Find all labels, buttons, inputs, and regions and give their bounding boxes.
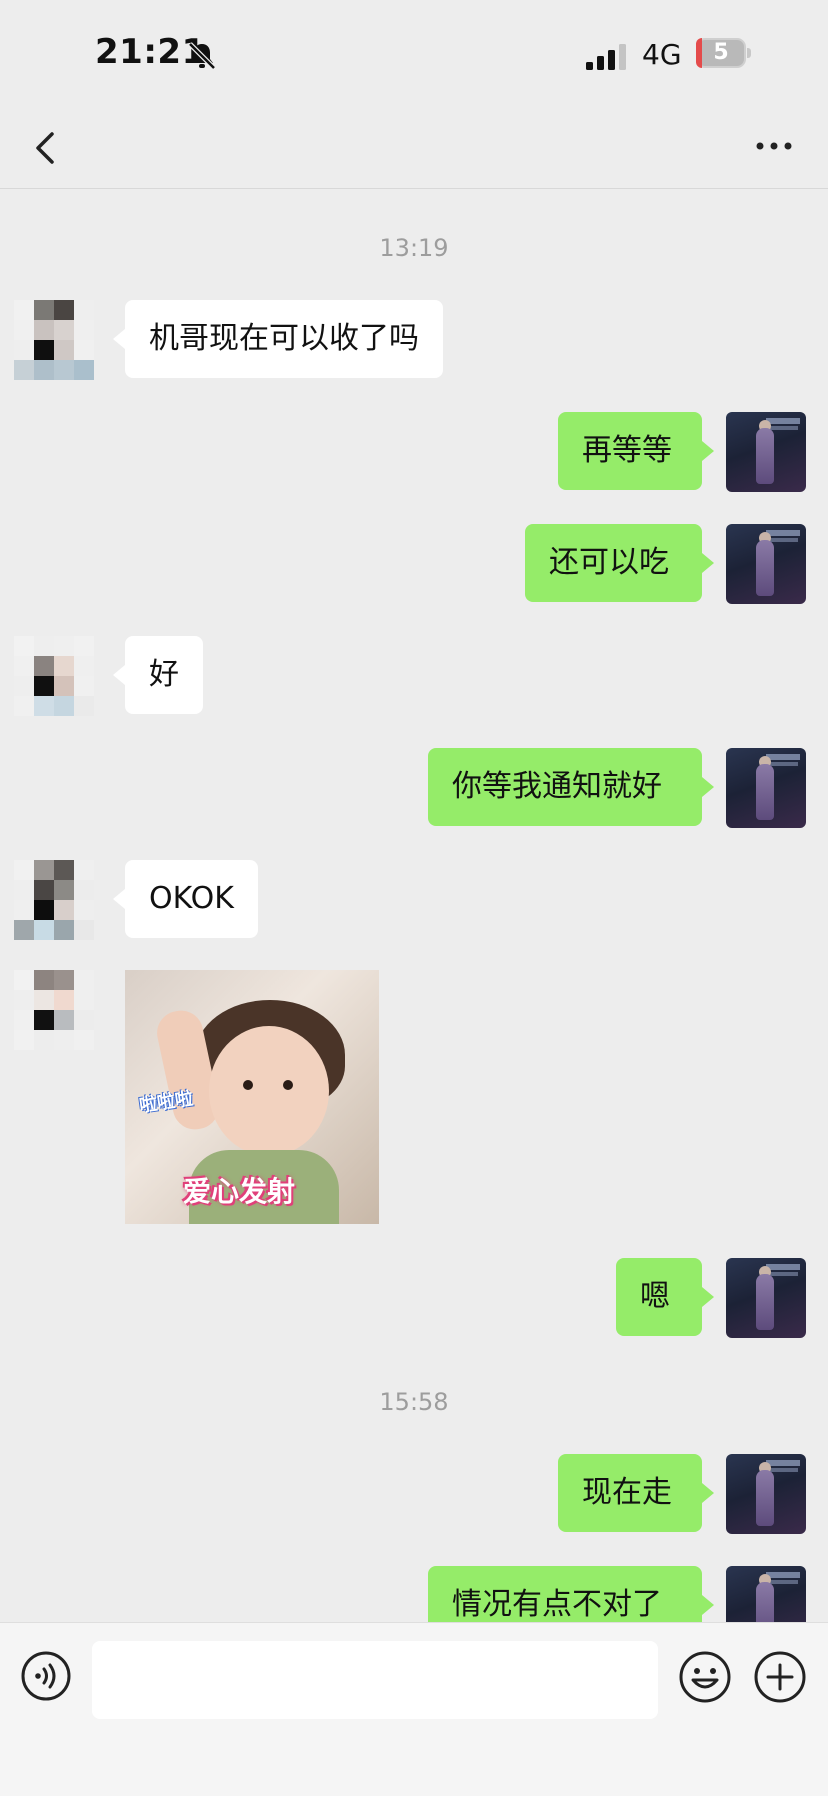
voice-icon[interactable] [20,1650,72,1702]
avatar-contact[interactable] [14,970,94,1050]
message-bubble-outgoing[interactable]: 你等我通知就好 [428,748,714,826]
avatar-contact[interactable] [14,860,94,940]
avatar-self[interactable] [726,748,806,828]
message-bubble-incoming[interactable]: 机哥现在可以收了吗 [113,300,443,378]
message-bubble-incoming[interactable]: 好 [113,636,203,714]
chat-title [300,136,528,156]
avatar-self[interactable] [726,412,806,492]
input-bar [0,1622,828,1796]
avatar-self[interactable] [726,1258,806,1338]
message-bubble-outgoing[interactable]: 现在走 [558,1454,714,1532]
status-bar: 21:21 4G 5 [0,0,828,110]
bell-muted-icon [188,42,216,70]
avatar-contact[interactable] [14,300,94,380]
more-icon[interactable] [752,130,796,162]
emoji-icon[interactable] [678,1650,732,1704]
sticker-caption: 爱心发射 [183,1175,296,1208]
timestamp: 15:58 [379,1388,449,1416]
message-bubble-outgoing[interactable]: 嗯 [616,1258,714,1336]
message-bubble-outgoing[interactable]: 还可以吃 [525,524,714,602]
signal-icon [586,44,626,70]
avatar-contact[interactable] [14,636,94,716]
avatar-self[interactable] [726,1454,806,1534]
timestamp: 13:19 [379,234,449,262]
battery-level: 5 [713,40,729,65]
back-icon[interactable] [26,126,66,170]
message-bubble-incoming[interactable]: OKOK [113,860,258,938]
chat-header [0,110,828,189]
battery-icon: 5 [696,38,752,72]
sticker-image[interactable]: 啦啦啦 爱心发射 [125,970,379,1224]
message-bubble-outgoing[interactable]: 再等等 [558,412,714,490]
message-input[interactable] [92,1641,658,1719]
network-type: 4G [642,38,682,71]
plus-icon[interactable] [753,1650,807,1704]
avatar-self[interactable] [726,524,806,604]
